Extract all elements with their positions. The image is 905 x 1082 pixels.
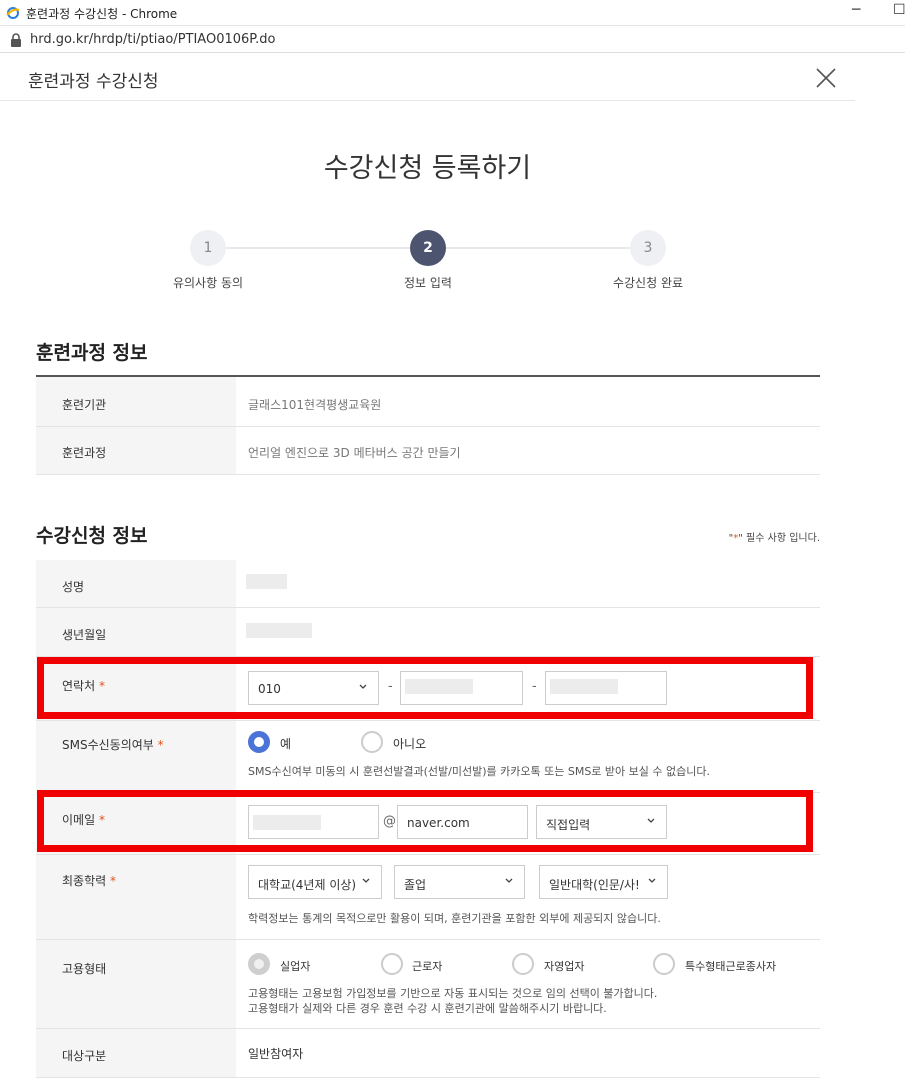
- step-2-label: 정보 입력: [404, 276, 452, 290]
- sms-no-radio[interactable]: [361, 731, 383, 753]
- step-1-label: 유의사항 동의: [172, 276, 244, 290]
- browser-title-bar: 훈련과정 수강신청 - Chrome ─ ☐: [0, 0, 905, 26]
- birth-value: [236, 608, 820, 656]
- employment-unemployed-radio[interactable]: [248, 953, 270, 975]
- course-label: 훈련과정: [36, 427, 236, 474]
- step-connector: [446, 247, 630, 249]
- ie-favicon-icon: [6, 7, 20, 19]
- sms-help-text: SMS수신여부 미동의 시 훈련선발결과(선발/미선발)를 카카오톡 또는 SM…: [248, 765, 710, 778]
- employment-label: 고용형태: [36, 940, 236, 1028]
- employment-option-label: 실업자: [280, 960, 311, 973]
- tab-title: 훈련과정 수강신청 - Chrome: [26, 7, 178, 21]
- name-label: 성명: [36, 560, 236, 607]
- table-row: 최종학력 * 대학교(4년제 이상) 졸업 일반대학(인문/사! 학력정보는 통…: [36, 855, 820, 940]
- sms-label: SMS수신동의여부 *: [36, 721, 236, 792]
- sms-fields: 예 아니오 SMS수신여부 미동의 시 훈련선발결과(선발/미선발)를 카카오톡…: [236, 721, 820, 792]
- table-row: 대상구분 일반참여자: [36, 1029, 820, 1078]
- sms-no-label: 아니오: [393, 737, 427, 751]
- education-level-select[interactable]: 대학교(4년제 이상): [248, 865, 382, 899]
- chevron-down-icon: [505, 878, 513, 883]
- employment-selfemployed-radio[interactable]: [512, 953, 534, 975]
- address-bar[interactable]: hrd.go.kr/hrdp/ti/ptiao/PTIAO0106P.do: [0, 27, 905, 53]
- employment-help-text-2: 고용형태가 실제와 다른 경우 훈련 수강 시 훈련기관에 말씀해주시기 바랍니…: [248, 1002, 607, 1015]
- name-value: [236, 560, 820, 607]
- page-title: 수강신청 등록하기: [323, 153, 532, 184]
- sms-yes-radio[interactable]: [248, 731, 270, 753]
- required-note: "*" 필수 사항 입니다.: [728, 533, 820, 544]
- table-row: 고용형태 실업자 근로자 자영업자 특수형태근로종사자 고용형태는 고용보험 가…: [36, 940, 820, 1029]
- redacted-birth: [246, 623, 312, 638]
- course-info-table: 훈련기관 글래스101현격평생교육원 훈련과정 언리얼 엔진으로 3D 메타버스…: [36, 375, 820, 475]
- phone-highlight-box: [37, 657, 813, 719]
- education-help-text: 학력정보는 통계의 목적으로만 활용이 되며, 훈련기관을 포함한 외부에 제공…: [248, 912, 661, 925]
- institution-label: 훈련기관: [36, 377, 236, 426]
- table-row: 훈련기관 글래스101현격평생교육원: [36, 377, 820, 427]
- education-status-select[interactable]: 졸업: [394, 865, 525, 899]
- course-value: 언리얼 엔진으로 3D 메타버스 공간 만들기: [248, 446, 461, 460]
- table-row: SMS수신동의여부 * 예 아니오 SMS수신여부 미동의 시 훈련선발결과(선…: [36, 721, 820, 793]
- step-connector: [226, 247, 410, 249]
- employment-special-radio[interactable]: [653, 953, 675, 975]
- table-row: 성명: [36, 560, 820, 608]
- employment-fields: 실업자 근로자 자영업자 특수형태근로종사자 고용형태는 고용보험 가입정보를 …: [236, 940, 820, 1028]
- step-2-circle: 2: [410, 230, 446, 266]
- chevron-down-icon: [362, 878, 370, 883]
- target-label: 대상구분: [36, 1029, 236, 1077]
- close-icon[interactable]: [815, 67, 837, 89]
- sms-yes-label: 예: [280, 737, 292, 751]
- step-1-circle: 1: [190, 230, 226, 266]
- modal-header: 훈련과정 수강신청: [0, 54, 855, 101]
- chevron-down-icon: [647, 876, 657, 886]
- target-value: 일반참여자: [248, 1047, 304, 1061]
- modal-title: 훈련과정 수강신청: [28, 72, 159, 92]
- maximize-icon[interactable]: ☐: [893, 2, 905, 18]
- lock-icon: [11, 33, 21, 47]
- step-3-label: 수강신청 완료: [612, 276, 684, 290]
- progress-stepper: 1 2 3 유의사항 동의 정보 입력 수강신청 완료: [0, 230, 855, 300]
- apply-info-title: 수강신청 정보: [36, 525, 148, 547]
- employment-option-label: 특수형태근로종사자: [685, 960, 777, 973]
- employment-employee-radio[interactable]: [381, 953, 403, 975]
- email-highlight-box: [37, 790, 813, 852]
- education-type-select[interactable]: 일반대학(인문/사!: [539, 865, 668, 899]
- minimize-icon[interactable]: ─: [852, 2, 860, 18]
- course-info-title: 훈련과정 정보: [36, 342, 148, 364]
- employment-option-label: 자영업자: [544, 960, 585, 973]
- education-label: 최종학력 *: [36, 855, 236, 939]
- redacted-name: [246, 574, 287, 589]
- employment-option-label: 근로자: [412, 960, 443, 973]
- table-row: 생년월일: [36, 608, 820, 657]
- birth-label: 생년월일: [36, 608, 236, 656]
- table-row: 훈련과정 언리얼 엔진으로 3D 메타버스 공간 만들기: [36, 427, 820, 475]
- url-text[interactable]: hrd.go.kr/hrdp/ti/ptiao/PTIAO0106P.do: [30, 32, 275, 47]
- step-3-circle: 3: [630, 230, 666, 266]
- education-fields: 대학교(4년제 이상) 졸업 일반대학(인문/사! 학력정보는 통계의 목적으로…: [236, 855, 820, 939]
- institution-value: 글래스101현격평생교육원: [248, 398, 382, 412]
- employment-help-text-1: 고용형태는 고용보험 가입정보를 기반으로 자동 표시되는 것으로 임의 선택이…: [248, 987, 658, 1000]
